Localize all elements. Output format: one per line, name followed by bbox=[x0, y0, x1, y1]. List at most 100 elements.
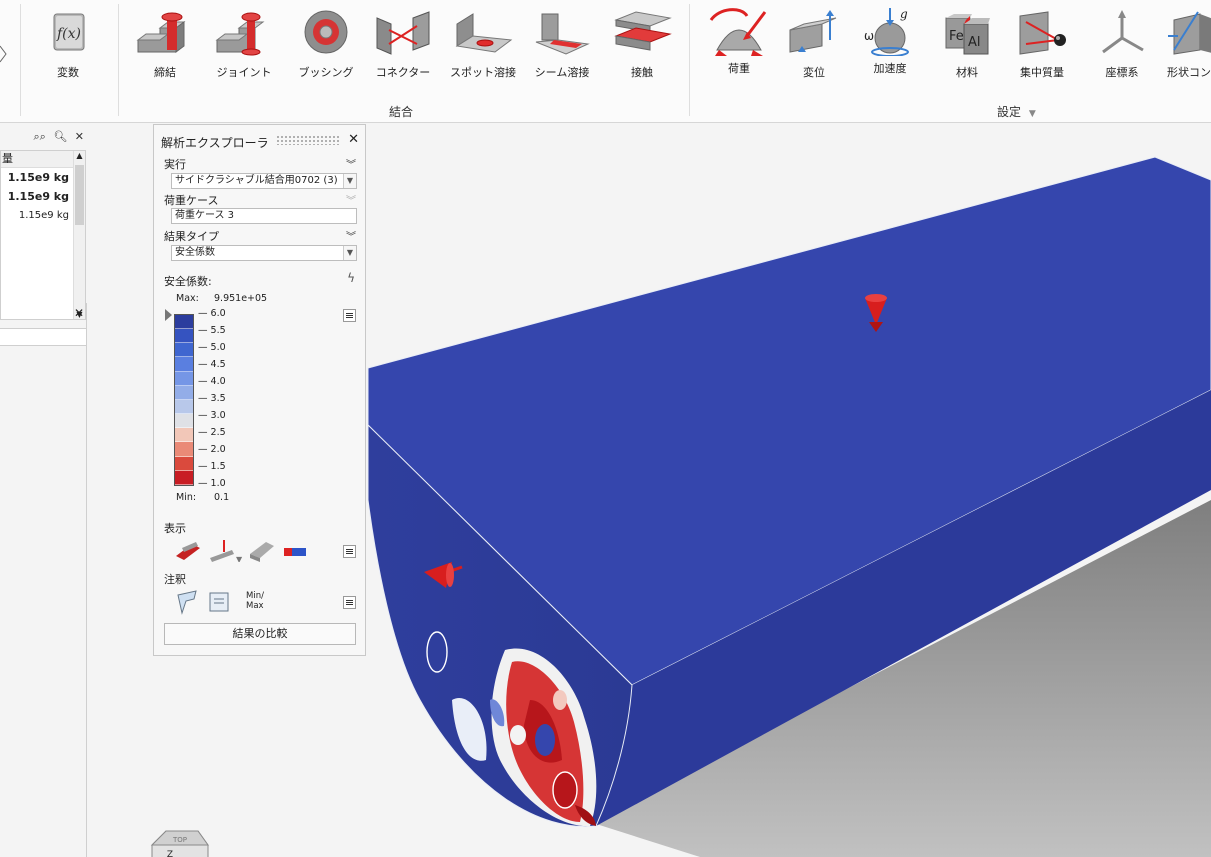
close-icon[interactable]: ✕ bbox=[75, 130, 84, 143]
legend-pointer-icon[interactable] bbox=[165, 309, 172, 321]
dropdown-arrow-icon[interactable]: ▼ bbox=[343, 246, 356, 260]
view-cube-axis-label: Z bbox=[167, 850, 173, 857]
display-menu-button[interactable] bbox=[343, 545, 356, 558]
ribbon-separator bbox=[689, 4, 690, 116]
coordinate-system-label: 座標系 bbox=[1105, 66, 1139, 79]
legend-color-segment bbox=[175, 385, 193, 400]
legend-color-segment bbox=[175, 371, 193, 386]
run-select[interactable]: サイドクラシャブル結合用0702 (3) ▼ bbox=[171, 173, 357, 189]
settings-group-label[interactable]: 設定 ▼ bbox=[997, 103, 1036, 120]
vector-display-icon[interactable] bbox=[210, 540, 234, 562]
load-button[interactable]: 荷重 bbox=[703, 8, 775, 76]
probe-icon[interactable] bbox=[177, 590, 197, 615]
search-icon[interactable]: 🔍︎ bbox=[53, 130, 67, 143]
legend-tick-label: — 1.5 bbox=[198, 461, 226, 472]
load-label: 荷重 bbox=[728, 62, 750, 75]
analysis-explorer-panel: 解析エクスプローラ ✕ 実行 ︾ サイドクラシャブル結合用0702 (3) ▼ … bbox=[153, 124, 366, 656]
mass-list: 量 1.15e9 kg 1.15e9 kg 1.15e9 kg ▲ ▼ bbox=[0, 150, 86, 320]
close-icon[interactable]: ✕ bbox=[348, 132, 359, 147]
seam-weld-icon bbox=[535, 13, 590, 55]
svg-text:f(x): f(x) bbox=[56, 26, 81, 42]
contact-label: 接触 bbox=[631, 66, 653, 79]
drag-handle[interactable] bbox=[276, 135, 340, 145]
coordinate-system-button[interactable]: 座標系 bbox=[1086, 10, 1158, 80]
contour-bar-icon[interactable] bbox=[284, 548, 306, 556]
variables-button[interactable]: f(x) 変数 bbox=[32, 10, 104, 80]
notes-icon[interactable] bbox=[209, 592, 229, 612]
lightning-icon[interactable]: ϟ bbox=[347, 271, 355, 285]
shape-control-button[interactable]: 形状コン bbox=[1158, 10, 1211, 80]
legend-tick-label: — 6.0 bbox=[198, 308, 226, 319]
collapse-chevron-icon[interactable]: ︾ bbox=[346, 192, 356, 207]
min-max-line2: Max bbox=[246, 601, 264, 611]
contact-icon bbox=[614, 11, 672, 51]
connector-button[interactable]: コネクター bbox=[367, 10, 439, 80]
bushing-button[interactable]: ブッシング bbox=[290, 10, 362, 80]
scroll-up-icon[interactable]: ▲ bbox=[74, 151, 85, 160]
view-cube[interactable]: TOP Z bbox=[146, 825, 226, 857]
collapse-chevron-icon[interactable]: ︾ bbox=[346, 156, 356, 171]
binoculars-icon[interactable]: ⌕⌕ bbox=[33, 130, 45, 143]
legend-color-segment bbox=[175, 470, 193, 485]
connections-group-label: 結合 bbox=[389, 105, 414, 119]
result-type-select[interactable]: 安全係数 ▼ bbox=[171, 245, 357, 261]
vertical-scrollbar[interactable]: ▲ ▼ bbox=[73, 151, 85, 319]
material-label: 材料 bbox=[956, 66, 978, 79]
legend-color-segment bbox=[175, 442, 193, 457]
legend-min-label: Min: bbox=[176, 492, 197, 503]
shape-control-label: 形状コン bbox=[1167, 66, 1211, 79]
loadcase-field[interactable]: 荷重ケース 3 bbox=[171, 208, 357, 224]
mass-properties-panel: ⌕⌕ 🔍︎ ✕ 量 1.15e9 kg 1.15e9 kg 1.15e9 kg … bbox=[0, 124, 86, 320]
panel-list-area bbox=[0, 328, 86, 346]
acceleration-button[interactable]: ω g 加速度 bbox=[854, 7, 926, 76]
svg-text:▼: ▼ bbox=[236, 555, 243, 562]
legend-color-segment bbox=[175, 428, 193, 443]
loadcase-section-label: 荷重ケース bbox=[164, 194, 219, 207]
displacement-icon bbox=[789, 10, 837, 53]
legend-max-label: Max: bbox=[176, 293, 199, 304]
connector-label: コネクター bbox=[375, 66, 431, 79]
close-icon[interactable]: ✕ bbox=[74, 306, 84, 320]
truncated-tool-icon[interactable] bbox=[0, 40, 8, 66]
loadcase-value: 荷重ケース 3 bbox=[175, 210, 235, 221]
material-button[interactable]: Fe Al 材料 bbox=[931, 10, 1003, 80]
seam-weld-label: シーム溶接 bbox=[534, 66, 590, 79]
min-max-line1: Min/ bbox=[246, 591, 264, 601]
run-select-value: サイドクラシャブル結合用0702 (3) bbox=[175, 175, 338, 186]
legend-min-value: 0.1 bbox=[214, 492, 230, 503]
legend-color-segment bbox=[175, 399, 193, 415]
joint-label: ジョイント bbox=[216, 66, 272, 79]
joint-button[interactable]: ジョイント bbox=[208, 10, 280, 80]
ribbon-separator bbox=[118, 4, 119, 116]
displacement-button[interactable]: 変位 bbox=[778, 10, 850, 80]
scrollbar-thumb[interactable] bbox=[75, 165, 84, 225]
contact-button[interactable]: 接触 bbox=[606, 10, 678, 80]
coordinate-system-icon bbox=[1102, 10, 1144, 54]
ribbon-separator bbox=[20, 4, 21, 116]
display-tools: ▼ bbox=[174, 538, 314, 564]
result-type-value: 安全係数 bbox=[175, 247, 215, 258]
spot-weld-button[interactable]: スポット溶接 bbox=[447, 10, 519, 80]
legend-tick-label: — 4.5 bbox=[198, 359, 226, 370]
dropdown-arrow-icon[interactable]: ▼ bbox=[343, 174, 356, 188]
legend-tick-label: — 3.5 bbox=[198, 393, 226, 404]
legend-menu-button[interactable] bbox=[343, 309, 356, 322]
variables-label: 変数 bbox=[57, 66, 79, 79]
collapse-chevron-icon[interactable]: ︾ bbox=[346, 228, 356, 243]
annotation-menu-button[interactable] bbox=[343, 596, 356, 609]
legend-color-segment bbox=[175, 357, 193, 372]
fastener-button[interactable]: 締結 bbox=[129, 10, 201, 80]
seam-weld-button[interactable]: シーム溶接 bbox=[526, 10, 598, 80]
section-view-icon[interactable] bbox=[250, 542, 274, 562]
legend-tick-label: — 5.5 bbox=[198, 325, 226, 336]
legend-tick-label: — 4.0 bbox=[198, 376, 226, 387]
min-max-toggle[interactable]: Min/ Max bbox=[246, 591, 264, 611]
concentrated-mass-button[interactable]: 集中質量 bbox=[1006, 10, 1078, 80]
legend-tick-label: — 5.0 bbox=[198, 342, 226, 353]
legend-tick-label: — 1.0 bbox=[198, 478, 226, 489]
view-cube-top-label: TOP bbox=[172, 836, 187, 844]
deformed-shape-icon[interactable] bbox=[176, 542, 200, 560]
concentrated-mass-label: 集中質量 bbox=[1020, 66, 1064, 79]
compare-results-button[interactable]: 結果の比較 bbox=[164, 623, 356, 645]
spot-weld-icon bbox=[455, 13, 513, 53]
